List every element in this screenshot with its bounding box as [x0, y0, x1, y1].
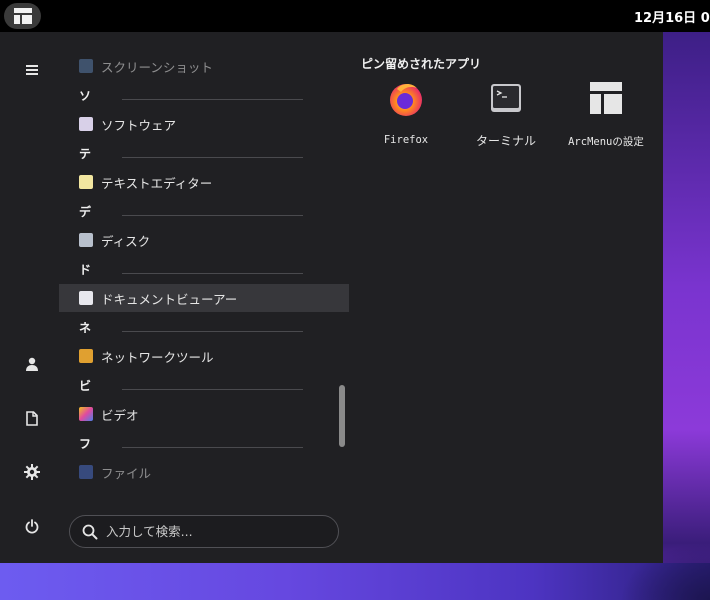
settings-button[interactable]: [18, 458, 46, 486]
list-item-text-editor[interactable]: テキストエディター: [59, 168, 349, 196]
sidebar: [0, 32, 64, 563]
app-list-scrollbar[interactable]: [339, 385, 345, 447]
list-item-document-viewer[interactable]: ドキュメントビューアー: [59, 284, 349, 312]
app-label: スクリーンショット: [101, 59, 213, 75]
app-list[interactable]: スクリーンショット ソ ソフトウェア テ テキストエディター デ ディスク ド: [59, 32, 349, 502]
section-divider: [122, 388, 303, 390]
section-divider: [122, 156, 303, 158]
menu-icon: [26, 65, 38, 75]
document-viewer-icon: [79, 291, 93, 305]
pinned-app-firefox[interactable]: Firefox: [356, 78, 456, 158]
categories-button[interactable]: [18, 56, 46, 84]
section-letter: デ: [79, 204, 92, 219]
arcmenu-button[interactable]: [4, 3, 41, 29]
list-item-network-tools[interactable]: ネットワークツール: [59, 342, 349, 370]
section-divider: [122, 272, 303, 274]
app-label: ビデオ: [101, 407, 139, 423]
gear-icon: [24, 464, 40, 480]
section-header-bi: ビ: [59, 371, 349, 399]
app-label: テキストエディター: [101, 175, 213, 191]
section-letter: ネ: [79, 320, 92, 335]
terminal-icon: [486, 78, 526, 118]
search-input[interactable]: [106, 524, 326, 539]
section-header-fu: フ: [59, 429, 349, 457]
videos-icon: [79, 407, 93, 421]
section-letter: フ: [79, 436, 92, 451]
app-label: ソフトウェア: [101, 117, 177, 133]
firefox-icon: [386, 78, 426, 118]
pinned-app-arcmenu-settings[interactable]: ArcMenuの設定: [556, 78, 656, 158]
text-editor-icon: [79, 175, 93, 189]
app-label: ディスク: [101, 233, 151, 249]
pinned-app-label: Firefox: [383, 134, 429, 146]
list-item-files[interactable]: ファイル: [59, 458, 349, 486]
documents-button[interactable]: [18, 404, 46, 432]
network-tools-icon: [79, 349, 93, 363]
section-header-te: テ: [59, 139, 349, 167]
app-menu-panel: スクリーンショット ソ ソフトウェア テ テキストエディター デ ディスク ド: [0, 32, 663, 563]
files-icon: [79, 465, 93, 479]
software-icon: [79, 117, 93, 131]
clock[interactable]: 12月16日 07: [634, 7, 710, 26]
section-letter: テ: [79, 146, 92, 161]
section-header-de: デ: [59, 197, 349, 225]
app-label: ドキュメントビューアー: [101, 291, 238, 307]
section-divider: [122, 98, 303, 100]
wallpaper-right-strip: [663, 32, 710, 600]
list-item-disks[interactable]: ディスク: [59, 226, 349, 254]
pinned-app-label: ArcMenuの設定: [568, 136, 644, 148]
list-item-software[interactable]: ソフトウェア: [59, 110, 349, 138]
list-item-videos[interactable]: ビデオ: [59, 400, 349, 428]
pinned-app-label: ターミナル: [475, 134, 536, 148]
screenshot-icon: [79, 59, 93, 73]
search-box[interactable]: [69, 515, 339, 548]
list-item-screenshot[interactable]: スクリーンショット: [59, 52, 349, 80]
pinned-app-terminal[interactable]: ターミナル: [456, 78, 556, 158]
power-icon: [25, 518, 39, 533]
app-label: ネットワークツール: [101, 349, 214, 365]
section-divider: [122, 446, 303, 448]
section-letter: ビ: [79, 378, 92, 393]
arcmenu-settings-icon: [586, 78, 626, 118]
search-icon: [82, 524, 98, 539]
section-divider: [122, 214, 303, 216]
user-button[interactable]: [18, 350, 46, 378]
section-header-so: ソ: [59, 81, 349, 109]
wallpaper-bottom-strip: [0, 543, 710, 600]
pinned-apps-title: ピン留めされたアプリ: [361, 57, 482, 71]
section-letter: ド: [79, 262, 92, 277]
document-icon: [26, 410, 38, 426]
app-label: ファイル: [101, 465, 152, 481]
section-header-do: ド: [59, 255, 349, 283]
section-divider: [122, 330, 303, 332]
power-button[interactable]: [18, 512, 46, 540]
section-header-ne: ネ: [59, 313, 349, 341]
top-bar: 12月16日 07: [0, 0, 710, 32]
arcmenu-icon: [13, 8, 32, 24]
section-letter: ソ: [79, 88, 92, 103]
disks-icon: [79, 233, 93, 247]
user-icon: [26, 357, 38, 371]
